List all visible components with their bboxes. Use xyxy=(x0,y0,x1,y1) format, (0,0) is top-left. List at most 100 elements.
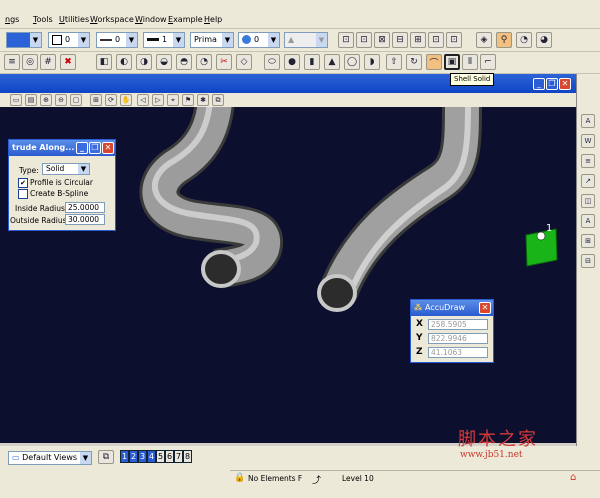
side-tool-2-icon[interactable]: W xyxy=(581,134,595,148)
view-6-button[interactable]: 6 xyxy=(165,450,174,463)
layers-icon[interactable]: ≡ xyxy=(4,54,20,70)
side-tool-5-icon[interactable]: ◫ xyxy=(581,194,595,208)
window-area-icon[interactable]: ▢ xyxy=(70,94,82,106)
cube-icon[interactable]: ◈ xyxy=(476,32,492,48)
accudraw-close-icon[interactable]: ✕ xyxy=(479,302,491,314)
pan-view-icon[interactable]: ✋ xyxy=(120,94,132,106)
view-groups-icon[interactable]: ⧉ xyxy=(98,450,114,464)
delete-icon[interactable]: ✖ xyxy=(60,54,76,70)
zoom-out-icon[interactable]: ⊖ xyxy=(55,94,67,106)
side-tool-6-icon[interactable]: A xyxy=(581,214,595,228)
view-2-button[interactable]: 2 xyxy=(129,450,138,463)
menu-workspace[interactable]: Workspace xyxy=(90,15,134,24)
lock-icon[interactable]: 🔒 xyxy=(234,473,245,483)
side-tool-1-icon[interactable]: A xyxy=(581,114,595,128)
level-dropdown[interactable]: 0 ▼ xyxy=(48,32,90,48)
view-4-button[interactable]: 4 xyxy=(147,450,156,463)
color-dropdown[interactable]: ▼ xyxy=(6,32,42,48)
copy-icon[interactable]: ⊟ xyxy=(392,32,408,48)
surface-wedge-icon[interactable]: ◗ xyxy=(364,54,380,70)
solid-slab-icon[interactable]: ◇ xyxy=(236,54,252,70)
rotate-icon[interactable]: ⊞ xyxy=(410,32,426,48)
camera-icon[interactable]: ⌖ xyxy=(167,94,179,106)
solid-wedge-icon[interactable]: ◔ xyxy=(196,54,212,70)
target-icon[interactable]: ◎ xyxy=(22,54,38,70)
lights-icon[interactable]: ◕ xyxy=(536,32,552,48)
mirror-icon[interactable]: ⊡ xyxy=(446,32,462,48)
restore-icon[interactable]: ❐ xyxy=(546,78,558,90)
outside-radius-field[interactable]: 30.0000 xyxy=(65,214,105,225)
side-tool-8-icon[interactable]: ⊟ xyxy=(581,254,595,268)
x-field[interactable]: 258.5905 xyxy=(428,319,488,330)
profile-circular-checkbox[interactable]: ✔ xyxy=(18,178,28,188)
surface-sphere-icon[interactable]: ● xyxy=(284,54,300,70)
view-next-icon[interactable]: ▷ xyxy=(152,94,164,106)
extrude-icon[interactable]: ⇧ xyxy=(386,54,402,70)
view-previous-icon[interactable]: ◁ xyxy=(137,94,149,106)
menu-example[interactable]: Example xyxy=(168,15,203,24)
solid-torus-icon[interactable]: ◓ xyxy=(176,54,192,70)
fence-icon[interactable]: ⊡ xyxy=(338,32,354,48)
render-icon[interactable]: ◔ xyxy=(516,32,532,48)
fit-view-icon[interactable]: ⊞ xyxy=(90,94,102,106)
dialog-restore-icon[interactable]: ❐ xyxy=(89,142,101,154)
menu-help[interactable]: Help xyxy=(204,15,222,24)
view-attributes-icon[interactable]: ▭ xyxy=(10,94,22,106)
solid-cone-icon[interactable]: ◒ xyxy=(156,54,172,70)
line-style-dropdown[interactable]: 0 ▼ xyxy=(96,32,138,48)
view-3-button[interactable]: 3 xyxy=(138,450,147,463)
scale-icon[interactable]: ⊡ xyxy=(428,32,444,48)
view-5-button[interactable]: 5 xyxy=(156,450,165,463)
dialog-minimize-icon[interactable]: _ xyxy=(76,142,88,154)
type-select[interactable]: Solid ▼ xyxy=(42,163,90,175)
transparency-dropdown[interactable]: 0 ▼ xyxy=(238,32,280,48)
menu-tools[interactable]: Tools xyxy=(33,15,53,24)
surface-plane-icon[interactable]: ⬭ xyxy=(264,54,280,70)
extrude-along-icon[interactable]: ⌒ xyxy=(426,54,442,70)
solid-cut-icon[interactable]: ✂ xyxy=(216,54,232,70)
minimize-icon[interactable]: _ xyxy=(533,78,545,90)
surface-cylinder-icon[interactable]: ▮ xyxy=(304,54,320,70)
z-field[interactable]: 41.1063 xyxy=(428,347,488,358)
solid-sphere-icon[interactable]: ◐ xyxy=(116,54,132,70)
side-tool-3-icon[interactable]: ≡ xyxy=(581,154,595,168)
revolve-icon[interactable]: ↻ xyxy=(406,54,422,70)
rotate-view-icon[interactable]: ⟳ xyxy=(105,94,117,106)
design-viewport[interactable]: 1 trude Along... _ ❐ ✕ Type: Solid ▼ ✔ Pr… xyxy=(0,107,576,443)
copy-view-icon[interactable]: ⧉ xyxy=(212,94,224,106)
menu-settings[interactable]: ngs xyxy=(5,15,19,24)
dialog-close-icon[interactable]: ✕ xyxy=(102,142,114,154)
y-field[interactable]: 822.9946 xyxy=(428,333,488,344)
surface-torus-icon[interactable]: ◯ xyxy=(344,54,360,70)
view-8-button[interactable]: 8 xyxy=(183,450,192,463)
element-class-dropdown[interactable]: Prima ▼ xyxy=(190,32,234,48)
move-icon[interactable]: ⊠ xyxy=(374,32,390,48)
fillet-icon[interactable]: ⌐ xyxy=(480,54,496,70)
surface-cone-icon[interactable]: ▲ xyxy=(324,54,340,70)
link-icon[interactable]: ⚲ xyxy=(496,32,512,48)
thicken-icon[interactable]: ⫴ xyxy=(462,54,478,70)
snap-icon[interactable]: ⤴ xyxy=(312,473,321,486)
update-view-icon[interactable]: ▤ xyxy=(25,94,37,106)
inside-radius-field[interactable]: 25.0000 xyxy=(65,202,105,213)
home-icon[interactable]: ⌂ xyxy=(570,472,576,483)
saved-views-select[interactable]: ▭ Default Views ▼ xyxy=(8,451,92,465)
walk-icon[interactable]: ⚑ xyxy=(182,94,194,106)
solid-box-icon[interactable]: ◧ xyxy=(96,54,112,70)
side-tool-7-icon[interactable]: ⊞ xyxy=(581,234,595,248)
select-icon[interactable]: ⊡ xyxy=(356,32,372,48)
grid-icon[interactable]: # xyxy=(40,54,56,70)
shell-solid-icon[interactable]: ▣ xyxy=(444,54,460,70)
bspline-checkbox[interactable] xyxy=(18,189,28,199)
render-view-icon[interactable]: ✱ xyxy=(197,94,209,106)
priority-dropdown[interactable]: ▲ ▼ xyxy=(284,32,328,48)
menu-utilities[interactable]: Utilities xyxy=(59,15,89,24)
solid-cylinder-icon[interactable]: ◑ xyxy=(136,54,152,70)
line-weight-dropdown[interactable]: 1 ▼ xyxy=(143,32,185,48)
zoom-in-icon[interactable]: ⊕ xyxy=(40,94,52,106)
side-tool-4-icon[interactable]: ↗ xyxy=(581,174,595,188)
view-1-button[interactable]: 1 xyxy=(120,450,129,463)
menu-window[interactable]: Window xyxy=(135,15,167,24)
view-7-button[interactable]: 7 xyxy=(174,450,183,463)
close-icon[interactable]: ✕ xyxy=(559,78,571,90)
